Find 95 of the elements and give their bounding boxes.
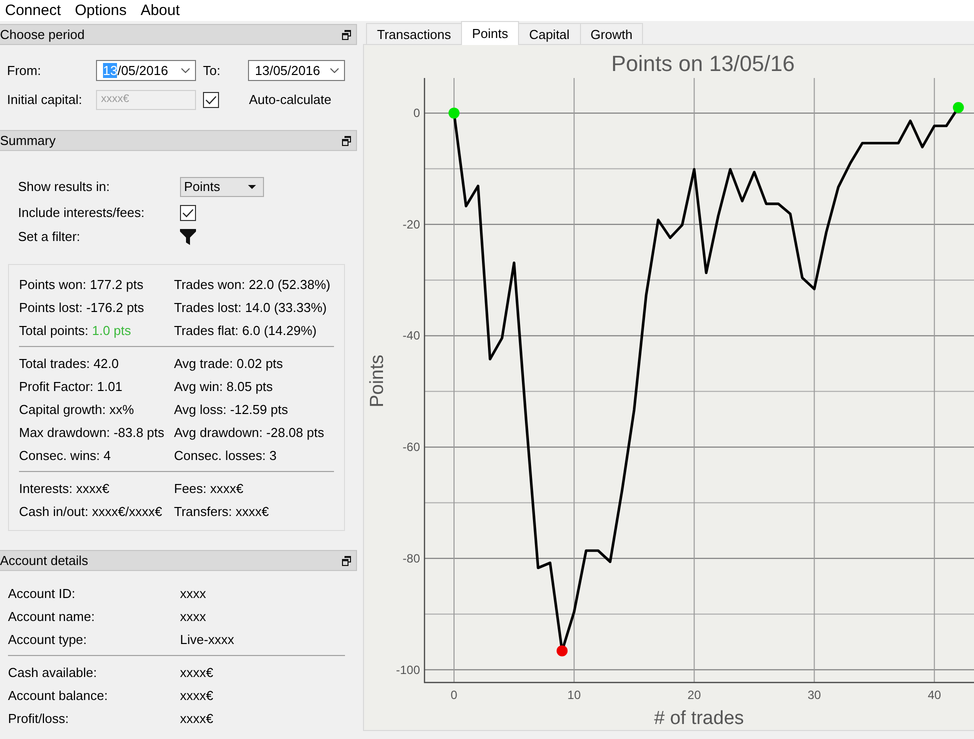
- stat-value: 1.01: [97, 378, 122, 394]
- stat-value: 42.0: [93, 356, 119, 372]
- menu-item[interactable]: Options: [70, 2, 132, 20]
- axis-tick-label: -60: [402, 440, 420, 454]
- filter-icon[interactable]: [180, 229, 196, 245]
- chevron-down-icon[interactable]: [330, 68, 339, 73]
- tab[interactable]: Points: [460, 21, 520, 45]
- stat-value: 0.02 pts: [236, 356, 283, 372]
- stat-value: xxxx€: [76, 480, 110, 496]
- stat-label: Points lost:: [19, 300, 83, 316]
- field-label: Cash available:: [8, 664, 98, 680]
- stat-label: Trades lost:: [174, 300, 242, 316]
- stat-label: Points won:: [19, 276, 86, 292]
- axis-tick-label: 40: [928, 688, 942, 702]
- field-label: Account type:: [8, 632, 88, 648]
- stat-value: -176.2 pts: [86, 300, 144, 316]
- stat-label: Avg win:: [174, 378, 223, 394]
- chart-title: Points on 13/05/16: [611, 51, 795, 76]
- section-title: Account details: [0, 552, 88, 568]
- stat-label: Max drawdown:: [19, 424, 110, 440]
- stat-value: 177.2 pts: [90, 276, 144, 292]
- stat-label: Trades flat:: [174, 322, 239, 338]
- stat-value: xx%: [109, 402, 134, 418]
- checkbox[interactable]: [203, 92, 219, 108]
- menu-item[interactable]: About: [136, 2, 185, 20]
- field-value: xxxx€: [180, 688, 214, 704]
- axis-tick-label: 30: [808, 688, 821, 702]
- axis-tick-label: -40: [402, 328, 420, 343]
- stat-label: Profit Factor:: [19, 378, 94, 394]
- section-title: Choose period: [0, 26, 85, 42]
- field-value: xxxx: [180, 608, 206, 624]
- checkbox-label: Auto-calculate: [249, 92, 332, 108]
- field-label: Account balance:: [8, 688, 109, 704]
- axis-title: Points: [367, 354, 388, 408]
- field-value: xxxx€: [180, 664, 214, 680]
- field-value: xxxx: [180, 586, 206, 602]
- stat-value: 4: [104, 448, 111, 464]
- stat-label: Consec. losses:: [174, 448, 266, 464]
- axis-tick-label: -20: [402, 217, 420, 232]
- stat-value: 6.0 (14.29%): [242, 322, 317, 338]
- stat-value: 8.05 pts: [226, 378, 273, 394]
- stat-value: 1.0 pts: [92, 322, 132, 338]
- stat-label: Trades won:: [174, 276, 246, 292]
- tab[interactable]: Growth: [580, 23, 644, 44]
- stat-value: xxxx€: [236, 504, 269, 520]
- stat-label: Capital growth:: [19, 402, 106, 418]
- field-label: Include interests/fees:: [18, 205, 146, 221]
- restore-icon[interactable]: [342, 556, 351, 566]
- field-value: Live-xxxx: [180, 632, 234, 648]
- checkbox[interactable]: [180, 205, 196, 221]
- menu-item[interactable]: Connect: [0, 2, 66, 20]
- restore-icon[interactable]: [342, 30, 351, 40]
- axis-tick-label: -80: [402, 551, 420, 566]
- date-field[interactable]: 13/05/2016: [96, 60, 196, 81]
- stat-value: -83.8 pts: [114, 424, 164, 440]
- chevron-down-icon[interactable]: [181, 68, 190, 73]
- axis-tick-label: 10: [567, 688, 581, 702]
- stat-value: -28.08 pts: [266, 424, 324, 440]
- date-field[interactable]: 13/05/2016: [248, 60, 345, 81]
- field-label: Set a filter:: [18, 229, 82, 245]
- stat-value: 22.0 (52.38%): [248, 276, 330, 292]
- stat-value: 14.0 (33.33%): [245, 300, 327, 316]
- stat-value: xxxx€: [210, 480, 244, 496]
- restore-icon[interactable]: [342, 136, 351, 146]
- tab[interactable]: Capital: [518, 23, 581, 44]
- stat-value: 3: [269, 448, 277, 464]
- stat-value: xxxx€/xxxx€: [92, 504, 162, 520]
- caret-down-icon: [248, 185, 256, 189]
- axis-tick-label: 0: [413, 106, 420, 120]
- axis-title: # of trades: [654, 708, 744, 729]
- stat-label: Avg trade:: [174, 356, 234, 372]
- stat-label: Avg drawdown:: [174, 424, 263, 440]
- stat-label: Transfers:: [174, 504, 232, 520]
- axis-tick-label: 0: [450, 688, 458, 702]
- axis-tick-label: 20: [688, 688, 701, 702]
- stat-label: Fees:: [174, 480, 207, 496]
- stat-label: Consec. wins:: [19, 448, 100, 464]
- field-label: Account name:: [8, 608, 96, 624]
- field-label: Initial capital:: [7, 92, 84, 108]
- dropdown[interactable]: Points: [180, 177, 264, 197]
- axis-tick-label: -100: [396, 662, 420, 677]
- field-label: Show results in:: [18, 179, 111, 195]
- stat-label: Total trades:: [19, 356, 90, 372]
- stat-label: Interests:: [19, 480, 72, 496]
- field-label: Profit/loss:: [8, 710, 70, 726]
- field-value: xxxx€: [180, 710, 214, 726]
- field-label: Account ID:: [8, 586, 76, 602]
- field-label: To:: [203, 62, 222, 78]
- stat-label: Total points:: [19, 322, 88, 338]
- section-title: Summary: [0, 132, 56, 148]
- stat-label: Avg loss:: [174, 402, 227, 418]
- field-label: From:: [7, 62, 42, 78]
- stat-label: Cash in/out:: [19, 504, 88, 520]
- tab[interactable]: Transactions: [366, 23, 462, 44]
- stat-value: -12.59 pts: [230, 402, 288, 418]
